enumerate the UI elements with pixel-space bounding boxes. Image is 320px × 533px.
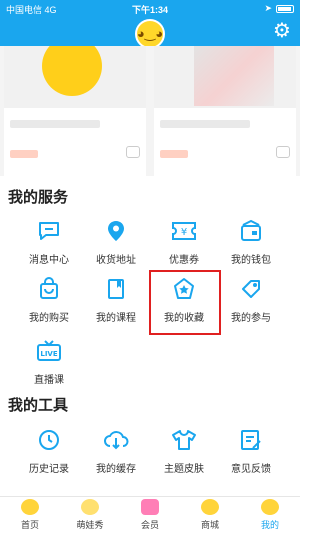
- coupon-icon: ¥: [171, 218, 197, 244]
- services-item-label: 优惠券: [169, 255, 199, 266]
- cart-icon[interactable]: [126, 146, 140, 158]
- message-icon: [36, 218, 62, 244]
- baby-show-icon: [81, 499, 99, 515]
- product-image: [4, 46, 146, 108]
- product-card[interactable]: [4, 46, 146, 176]
- profile-header: ◕‿◕ ⚙: [0, 16, 300, 49]
- tools-section-title: 我的工具: [8, 397, 69, 414]
- services-item-coupon[interactable]: ¥ 优惠券: [149, 218, 219, 266]
- tab-label: 首页: [20, 520, 39, 530]
- highlight-box: [149, 270, 221, 335]
- tab-mine[interactable]: 我的: [240, 499, 300, 531]
- tab-mall[interactable]: 商城: [180, 499, 240, 531]
- tools-item-theme[interactable]: 主题皮肤: [149, 427, 219, 475]
- location-pin-icon: [103, 218, 129, 244]
- status-indicators: ➤: [264, 3, 294, 14]
- services-item-label: 收货地址: [96, 255, 136, 266]
- tab-label: 商城: [200, 520, 219, 530]
- status-bar: 中国电信 4G 下午1:34 ➤: [0, 0, 300, 16]
- tools-item-feedback[interactable]: 意见反馈: [216, 427, 286, 475]
- services-item-purchases[interactable]: 我的购买: [14, 276, 84, 324]
- services-item-courses[interactable]: 我的课程: [81, 276, 151, 324]
- feedback-icon: [238, 427, 264, 453]
- product-price: [10, 150, 38, 158]
- location-icon: ➤: [264, 3, 272, 13]
- tab-member[interactable]: 会员: [120, 499, 180, 531]
- services-item-label: 我的钱包: [231, 255, 271, 266]
- services-item-label: 直播课: [34, 375, 64, 386]
- product-name: [10, 120, 100, 128]
- services-item-label: 我的购买: [29, 313, 69, 324]
- svg-text:LIVE: LIVE: [40, 350, 57, 358]
- wallet-icon: [238, 218, 264, 244]
- services-item-label: 我的参与: [231, 313, 271, 324]
- services-item-label: 我的课程: [96, 313, 136, 324]
- tools-item-label: 主题皮肤: [164, 464, 204, 475]
- battery-icon: [276, 4, 294, 13]
- live-icon: LIVE: [36, 338, 62, 364]
- tools-item-cache[interactable]: 我的缓存: [81, 427, 151, 475]
- services-item-address[interactable]: 收货地址: [81, 218, 151, 266]
- tools-item-label: 意见反馈: [231, 464, 271, 475]
- avatar[interactable]: ◕‿◕: [135, 19, 165, 49]
- product-card[interactable]: [154, 46, 296, 176]
- services-item-wallet[interactable]: 我的钱包: [216, 218, 286, 266]
- product-cards: [0, 46, 300, 176]
- tab-baby-show[interactable]: 萌娃秀: [60, 499, 120, 531]
- services-section-title: 我的服务: [8, 189, 69, 206]
- product-image: [154, 46, 296, 108]
- bottom-tab-bar: 首页 萌娃秀 会员 商城 我的: [0, 496, 300, 533]
- giraffe-logo-icon: ◕‿◕: [136, 26, 164, 41]
- cart-icon[interactable]: [276, 146, 290, 158]
- tools-item-label: 我的缓存: [96, 464, 136, 475]
- services-item-label: 消息中心: [29, 255, 69, 266]
- course-icon: [103, 276, 129, 302]
- services-item-message-center[interactable]: 消息中心: [14, 218, 84, 266]
- tag-icon: [238, 276, 264, 302]
- tab-label: 我的: [260, 520, 279, 530]
- mall-icon: [201, 499, 219, 515]
- history-icon: [36, 427, 62, 453]
- services-item-participation[interactable]: 我的参与: [216, 276, 286, 324]
- tab-label: 萌娃秀: [76, 520, 104, 530]
- tools-item-history[interactable]: 历史记录: [14, 427, 84, 475]
- product-price: [160, 150, 188, 158]
- services-item-live-class[interactable]: LIVE 直播课: [14, 338, 84, 386]
- shopping-bag-icon: [36, 276, 62, 302]
- member-icon: [141, 499, 159, 515]
- mine-icon: [261, 499, 279, 515]
- tools-item-label: 历史记录: [29, 464, 69, 475]
- home-icon: [21, 499, 39, 515]
- theme-icon: [171, 427, 197, 453]
- tab-label: 会员: [140, 520, 159, 530]
- tab-home[interactable]: 首页: [0, 499, 60, 531]
- settings-gear-icon[interactable]: ⚙: [272, 21, 292, 41]
- download-icon: [103, 427, 129, 453]
- product-name: [160, 120, 250, 128]
- clock: 下午1:34: [131, 5, 168, 15]
- svg-text:¥: ¥: [181, 227, 187, 238]
